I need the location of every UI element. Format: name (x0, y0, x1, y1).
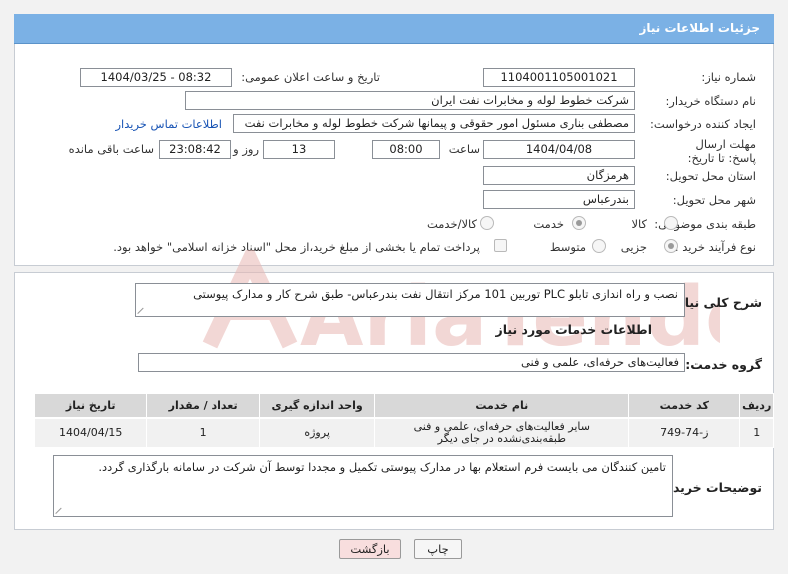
col-service-name: نام خدمت (374, 393, 630, 419)
category-goods-service-radio[interactable] (480, 216, 494, 230)
treasury-payment-note: پرداخت تمام یا بخشی از مبلغ خرید،از محل … (113, 240, 480, 254)
service-group-label: گروه خدمت: (685, 357, 762, 372)
col-service-code: کد خدمت (628, 393, 741, 419)
print-button[interactable]: چاپ (414, 539, 462, 559)
process-label: نوع فرآیند خرید : (674, 240, 756, 254)
time-remaining-field[interactable]: 23:08:42 (159, 140, 231, 159)
col-row-number: ردیف (739, 393, 774, 419)
process-minor-label: جزیی (620, 240, 647, 254)
cell-quantity: 1 (146, 417, 260, 448)
province-field[interactable]: هرمزگان (483, 166, 635, 185)
description-text: نصب و راه اندازی تابلو PLC توربین 101 مر… (193, 287, 678, 301)
page-header: جزئیات اطلاعات نیاز (14, 14, 774, 44)
services-section-title: اطلاعات خدمات مورد نیاز (495, 322, 653, 337)
need-number-field[interactable]: 1104001105001021 (483, 68, 635, 87)
category-service-label: خدمت (533, 217, 564, 231)
services-table-header: ردیف کد خدمت نام خدمت واحد اندازه گیری ت… (33, 393, 774, 419)
description-label: شرح کلی نیاز: (672, 295, 762, 310)
cell-unit: پروژه (258, 417, 376, 448)
buyer-notes-field[interactable]: تامین کنندگان می بایست فرم استعلام بها د… (53, 455, 673, 517)
cell-row-number: 1 (739, 417, 774, 448)
announce-field[interactable]: 1404/03/25 - 08:32 (80, 68, 232, 87)
process-minor-radio[interactable] (664, 239, 678, 253)
buyer-org-field[interactable]: شرکت خطوط لوله و مخابرات نفت ایران (185, 91, 635, 110)
description-field[interactable]: نصب و راه اندازی تابلو PLC توربین 101 مر… (135, 283, 685, 317)
col-need-date: تاریخ نیاز (33, 393, 148, 419)
need-number-label: شماره نیاز: (701, 70, 756, 84)
creator-field[interactable]: مصطفی بناری مسئول امور حقوقی و پیمانها ش… (233, 114, 635, 133)
category-goods-service-label: کالا/خدمت (426, 217, 477, 231)
cell-service-code: ز-74-749 (628, 417, 741, 448)
province-label: استان محل تحویل: (665, 169, 756, 183)
treasury-payment-checkbox[interactable] (494, 239, 507, 252)
city-label: شهر محل تحویل: (672, 193, 756, 207)
buyer-contact-link[interactable]: اطلاعات تماس خریدار (115, 117, 222, 131)
remaining-label: ساعت باقی مانده (68, 142, 154, 156)
services-table: ردیف کد خدمت نام خدمت واحد اندازه گیری ت… (33, 393, 774, 448)
process-medium-label: متوسط (549, 240, 586, 254)
city-field[interactable]: بندرعباس (483, 190, 635, 209)
creator-label: ایجاد کننده درخواست: (650, 117, 756, 131)
deadline-date-field[interactable]: 1404/04/08 (483, 140, 635, 159)
buyer-notes-text: تامین کنندگان می بایست فرم استعلام بها د… (98, 460, 666, 474)
col-unit: واحد اندازه گیری (258, 393, 376, 419)
table-row[interactable]: 1 ز-74-749 سایر فعالیت‌های حرفه‌ای، علمی… (33, 417, 774, 448)
cell-need-date: 1404/04/15 (33, 417, 148, 448)
days-remaining-field[interactable]: 13 (263, 140, 335, 159)
category-goods-radio[interactable] (664, 216, 678, 230)
deadline-label: مهلت ارسال پاسخ: تا تاریخ: (687, 137, 756, 165)
buyer-notes-resize-handle[interactable] (56, 506, 64, 514)
buyer-org-label: نام دستگاه خریدار: (665, 94, 756, 108)
cell-service-name: سایر فعالیت‌های حرفه‌ای، علمی و فنی طبقه… (374, 417, 630, 448)
description-resize-handle[interactable] (138, 306, 146, 314)
col-quantity: تعداد / مقدار (146, 393, 260, 419)
category-goods-label: کالا (631, 217, 647, 231)
deadline-time-label: ساعت (448, 142, 480, 156)
category-service-radio[interactable] (572, 216, 586, 230)
back-button[interactable]: بازگشت (339, 539, 401, 559)
page-title: جزئیات اطلاعات نیاز (639, 21, 760, 35)
days-label: روز و (233, 142, 259, 156)
deadline-time-field[interactable]: 08:00 (372, 140, 440, 159)
service-group-field[interactable]: فعالیت‌های حرفه‌ای، علمی و فنی (138, 353, 685, 372)
process-medium-radio[interactable] (592, 239, 606, 253)
announce-label: تاریخ و ساعت اعلان عمومی: (241, 70, 380, 84)
